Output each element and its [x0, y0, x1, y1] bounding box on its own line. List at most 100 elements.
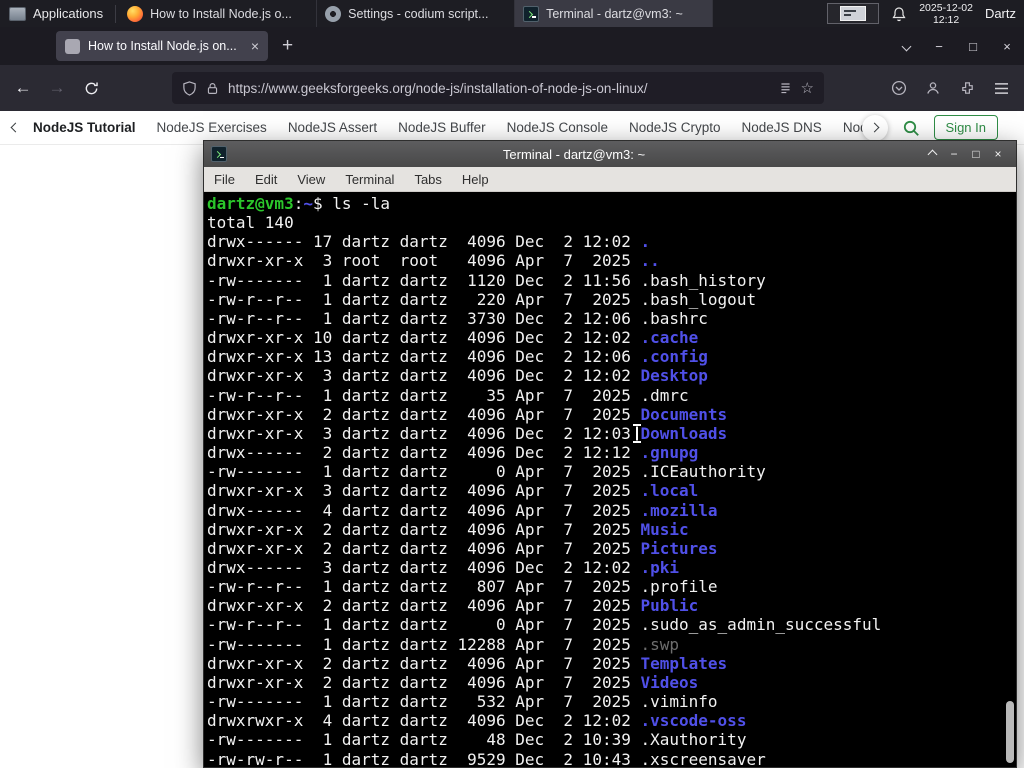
taskbar-item-firefox[interactable]: How to Install Node.js o...: [119, 0, 318, 27]
search-icon[interactable]: [902, 119, 920, 137]
terminal-minimize-button[interactable]: −: [943, 141, 965, 167]
applications-menu-label: Applications: [33, 6, 104, 21]
list-all-tabs-button[interactable]: [890, 27, 922, 65]
browser-maximize-button[interactable]: □: [956, 27, 990, 65]
back-button[interactable]: ←: [6, 73, 40, 103]
terminal-output-line: -rw-r--r-- 1 dartz dartz 3730 Dec 2 12:0…: [207, 308, 708, 328]
terminal-maximize-button[interactable]: □: [965, 141, 987, 167]
prompt-colon: :: [293, 194, 304, 213]
terminal-output-line: -rw-r--r-- 1 dartz dartz 220 Apr 7 2025 …: [207, 289, 757, 309]
notification-bell-icon[interactable]: [891, 6, 907, 22]
tab-favicon: [65, 38, 80, 54]
terminal-output-line: drwx------ 4 dartz dartz 4096 Apr 7 2025…: [207, 500, 718, 520]
gfg-nav-link[interactable]: NodeJS Crypto: [629, 120, 721, 135]
toolbar-right-icons: [882, 73, 1018, 103]
terminal-output-line: drwxr-xr-x 2 dartz dartz 4096 Apr 7 2025…: [207, 404, 728, 424]
reload-button[interactable]: [74, 73, 108, 103]
tab-close-icon[interactable]: ×: [251, 38, 259, 54]
terminal-menu-item[interactable]: Tabs: [404, 167, 451, 191]
terminal-output-line: drwxr-xr-x 2 dartz dartz 4096 Apr 7 2025…: [207, 538, 718, 558]
terminal-output-line: drwxr-xr-x 2 dartz dartz 4096 Apr 7 2025…: [207, 672, 699, 692]
terminal-output-line: -rw-r--r-- 1 dartz dartz 807 Apr 7 2025 …: [207, 577, 718, 597]
terminal-menu-item[interactable]: Edit: [245, 167, 287, 191]
gfg-nav-link[interactable]: NodeJS Assert: [288, 120, 377, 135]
extensions-puzzle-icon[interactable]: [950, 73, 984, 103]
terminal-output-line: -rw------- 1 dartz dartz 0 Apr 7 2025 .I…: [207, 462, 766, 482]
terminal-icon: [523, 5, 540, 22]
padlock-icon[interactable]: [206, 82, 219, 95]
tracking-protection-shield-icon[interactable]: [182, 80, 197, 96]
panel-right-cluster: 2025-12-02 12:12 Dartz: [827, 2, 1024, 26]
terminal-output-line: drwxr-xr-x 10 dartz dartz 4096 Dec 2 12:…: [207, 328, 699, 348]
scroll-right-button[interactable]: [861, 114, 888, 141]
applications-menu-icon: [9, 6, 26, 21]
taskbar-item-settings[interactable]: Settings - codium script...: [317, 0, 516, 27]
reader-view-icon[interactable]: [779, 82, 792, 95]
sign-in-button[interactable]: Sign In: [933, 115, 998, 140]
terminal-output-line: drwxr-xr-x 2 dartz dartz 4096 Apr 7 2025…: [207, 596, 699, 616]
terminal-output-line: drwxr-xr-x 3 dartz dartz 4096 Dec 2 12:0…: [207, 423, 728, 443]
browser-tab[interactable]: How to Install Node.js on... ×: [56, 31, 268, 61]
firefox-nav-toolbar: ← → https://www.geeksforgeeks.org/node-j…: [0, 65, 1024, 111]
panel-clock[interactable]: 2025-12-02 12:12: [919, 2, 973, 26]
gfg-nav-link[interactable]: NodeJS Buffer: [398, 120, 486, 135]
terminal-title-bar[interactable]: Terminal - dartz@vm3: ~ − □ ×: [204, 141, 1016, 167]
terminal-output-line: -rw------- 1 dartz dartz 12288 Apr 7 202…: [207, 634, 680, 654]
terminal-output-line: drwxr-xr-x 3 dartz dartz 4096 Dec 2 12:0…: [207, 366, 708, 386]
firefox-icon: [127, 5, 144, 22]
browser-minimize-button[interactable]: −: [922, 27, 956, 65]
workspace-pager[interactable]: [827, 3, 880, 24]
gfg-nav-link[interactable]: NodeJS Tutorial: [33, 120, 136, 135]
account-icon[interactable]: [916, 73, 950, 103]
pocket-icon[interactable]: [882, 73, 916, 103]
url-text: https://www.geeksforgeeks.org/node-js/in…: [228, 80, 648, 96]
new-tab-button[interactable]: +: [282, 35, 293, 57]
chevron-up-icon: [927, 149, 937, 159]
terminal-window-title: Terminal - dartz@vm3: ~: [502, 146, 646, 162]
chevron-down-icon: [901, 41, 911, 51]
terminal-output-line: -rw-r--r-- 1 dartz dartz 0 Apr 7 2025 .s…: [207, 615, 882, 635]
terminal-output-line: -rw------- 1 dartz dartz 1120 Dec 2 11:5…: [207, 270, 766, 290]
terminal-output-line: -rw-r--r-- 1 dartz dartz 35 Apr 7 2025 .…: [207, 385, 689, 405]
terminal-prompt-line: dartz@vm3:~$ ls -la: [207, 194, 1002, 213]
panel-time: 12:12: [932, 13, 960, 26]
terminal-menu-item[interactable]: Help: [452, 167, 499, 191]
menu-hamburger-icon[interactable]: [984, 73, 1018, 103]
gfg-nav-link[interactable]: NodeJS Exercises: [157, 120, 267, 135]
terminal-total-line: total 140: [207, 213, 294, 233]
terminal-screen[interactable]: dartz@vm3:~$ ls -la total 140 drwx------…: [204, 192, 1016, 767]
desktop: Applications How to Install Node.js o...…: [0, 0, 1024, 768]
firefox-tab-bar: How to Install Node.js on... × + − □ ×: [0, 27, 1024, 65]
gfg-nav-links: NodeJS Tutorial NodeJS Exercises NodeJS As…: [33, 120, 882, 135]
prompt-user-host: dartz@vm3: [207, 194, 294, 213]
panel-separator: [115, 4, 117, 23]
terminal-output-line: -rw------- 1 dartz dartz 48 Dec 2 10:39 …: [207, 730, 747, 750]
applications-menu-button[interactable]: Applications: [0, 0, 112, 27]
terminal-shade-button[interactable]: [921, 141, 943, 167]
gfg-nav-link[interactable]: NodeJS DNS: [742, 120, 822, 135]
terminal-menu-item[interactable]: Terminal: [335, 167, 404, 191]
terminal-scrollbar-thumb[interactable]: [1006, 701, 1014, 763]
url-bar[interactable]: https://www.geeksforgeeks.org/node-js/in…: [172, 72, 824, 104]
terminal-icon: [211, 146, 227, 162]
terminal-close-button[interactable]: ×: [987, 141, 1009, 167]
browser-close-button[interactable]: ×: [990, 27, 1024, 65]
terminal-output-line: drwx------ 2 dartz dartz 4096 Dec 2 12:1…: [207, 443, 699, 463]
typed-command: ls -la: [332, 194, 391, 213]
gfg-nav-link[interactable]: NodeJS Console: [507, 120, 608, 135]
tab-title: How to Install Node.js on...: [88, 39, 237, 53]
terminal-output-line: -rw------- 1 dartz dartz 532 Apr 7 2025 …: [207, 692, 718, 712]
forward-button[interactable]: →: [40, 73, 74, 103]
terminal-output-line: drwx------ 17 dartz dartz 4096 Dec 2 12:…: [207, 232, 651, 252]
terminal-output-line: drwxr-xr-x 3 dartz dartz 4096 Apr 7 2025…: [207, 481, 699, 501]
terminal-menu-item[interactable]: View: [287, 167, 335, 191]
scroll-left-chevron-icon[interactable]: [10, 122, 21, 133]
bookmark-star-icon[interactable]: ☆: [801, 79, 814, 97]
terminal-output-line: drwxr-xr-x 13 dartz dartz 4096 Dec 2 12:…: [207, 347, 708, 367]
terminal-menu-item[interactable]: File: [204, 167, 245, 191]
terminal-output-line: drwx------ 3 dartz dartz 4096 Dec 2 12:0…: [207, 557, 680, 577]
taskbar-item-terminal[interactable]: Terminal - dartz@vm3: ~: [515, 0, 714, 27]
pager-window-thumbnail: [840, 6, 867, 21]
panel-username: Dartz: [984, 6, 1016, 21]
terminal-menu-bar: File Edit View Terminal Tabs Help: [204, 167, 1016, 192]
